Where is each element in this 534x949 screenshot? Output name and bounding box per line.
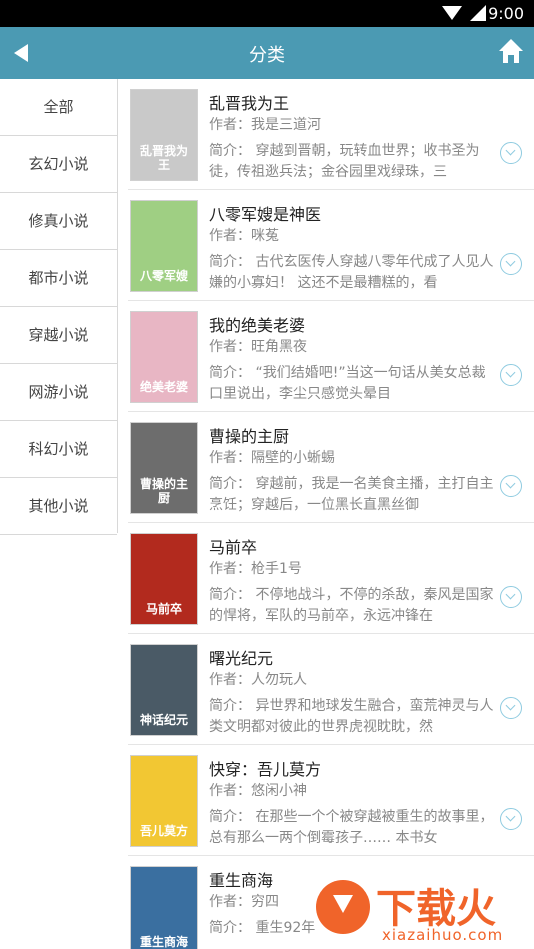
book-item[interactable]: 乱晋我为王 乱晋我为王 作者：我是三道河 简介： 穿越到晋朝，玩转血世界；收书圣… [128,79,534,190]
book-item[interactable]: 八零军嫂 八零军嫂是神医 作者：咪菟 简介： 古代玄医传人穿越八零年代成了人见人… [128,190,534,301]
expand-chevron-icon[interactable] [500,586,522,608]
category-kehuan[interactable]: 科幻小说 [0,421,117,478]
wifi-icon [442,6,462,20]
book-intro: 简介： “我们结婚吧!”当这一句话从美女总裁口里说出，李尘只感觉头晕目 [209,365,486,402]
book-author: 作者：枪手1号 [209,561,302,577]
cover-title: 绝美老婆 [139,380,188,394]
category-chuanyue[interactable]: 穿越小说 [0,307,117,364]
book-intro: 简介： 异世界和地球发生融合，蛮荒神灵与人类文明都对彼此的世界虎视眈眈，然 [209,698,494,735]
book-cover: 曹操的主厨 [130,422,198,514]
cover-title: 重生商海 [139,935,188,949]
book-author: 作者：人勿玩人 [209,672,307,688]
cover-title: 马前卒 [145,602,182,616]
app-bar: 分类 [0,27,534,79]
book-intro: 简介： 古代玄医传人穿越八零年代成了人见人嫌的小寡妇！ 这还不是最糟糕的，看 [209,254,494,291]
book-cover: 马前卒 [130,533,198,625]
expand-chevron-icon[interactable] [500,253,522,275]
cover-title: 乱晋我为王 [139,144,188,172]
category-sidebar: 全部 玄幻小说 修真小说 都市小说 穿越小说 网游小说 科幻小说 其他小说 [0,79,118,535]
book-item[interactable]: 曹操的主厨 曹操的主厨 作者：隔壁的小蜥蜴 简介： 穿越前，我是一名美食主播，主… [128,412,534,523]
book-title: 马前卒 [209,538,258,557]
book-item[interactable]: 吾儿莫方 快穿：吾儿莫方 作者：悠闲小神 简介： 在那些一个个被穿越被重生的故事… [128,745,534,856]
book-author: 作者：穷四 [209,894,279,910]
book-author: 作者：我是三道河 [209,117,321,133]
book-title: 八零军嫂是神医 [209,205,322,224]
book-title: 曙光纪元 [209,649,274,668]
book-list: 乱晋我为王 乱晋我为王 作者：我是三道河 简介： 穿越到晋朝，玩转血世界；收书圣… [118,79,534,949]
cover-title: 吾儿莫方 [139,824,188,838]
book-title: 重生商海 [209,871,274,890]
book-author: 作者：旺角黑夜 [209,339,307,355]
book-cover: 吾儿莫方 [130,755,198,847]
book-intro: 简介： 不停地战斗，不停的杀敌，秦风是国家的悍将，军队的马前卒，永远冲锋在 [209,587,494,624]
expand-chevron-icon[interactable] [500,697,522,719]
category-dushi[interactable]: 都市小说 [0,250,117,307]
book-item[interactable]: 神话纪元 曙光纪元 作者：人勿玩人 简介： 异世界和地球发生融合，蛮荒神灵与人类… [128,634,534,745]
book-intro: 简介： 在那些一个个被穿越被重生的故事里，总有那么一两个倒霉孩子…… 本书女 [209,809,494,846]
book-author: 作者：咪菟 [209,228,279,244]
page-title: 分类 [249,45,285,66]
book-title: 乱晋我为王 [209,94,290,113]
book-item[interactable]: 绝美老婆 我的绝美老婆 作者：旺角黑夜 简介： “我们结婚吧!”当这一句话从美女… [128,301,534,412]
book-intro: 简介： 穿越到晋朝，玩转血世界；收书圣为徒，传祖逖兵法；金谷园里戏绿珠，三 [209,143,480,180]
expand-chevron-icon[interactable] [500,808,522,830]
category-other[interactable]: 其他小说 [0,478,117,535]
expand-chevron-icon[interactable] [500,364,522,386]
book-cover: 八零军嫂 [130,200,198,292]
book-title: 快穿：吾儿莫方 [209,760,322,779]
cover-title: 神话纪元 [139,713,188,727]
book-cover: 绝美老婆 [130,311,198,403]
category-xuanhuan[interactable]: 玄幻小说 [0,136,117,193]
book-author: 作者：悠闲小神 [209,783,307,799]
watermark-logo: 下载火 xiazaihuo.com [316,876,530,946]
status-bar: 9:00 [0,0,534,27]
download-icon [316,880,370,934]
expand-chevron-icon[interactable] [500,142,522,164]
signal-icon [470,5,486,21]
home-icon[interactable] [498,39,524,65]
book-title: 曹操的主厨 [209,427,290,446]
book-cover: 神话纪元 [130,644,198,736]
book-title: 我的绝美老婆 [209,316,306,335]
category-wangyou[interactable]: 网游小说 [0,364,117,421]
book-author: 作者：隔壁的小蜥蜴 [209,450,335,466]
status-time: 9:00 [488,4,524,23]
book-cover: 重生商海 [130,866,198,949]
category-all[interactable]: 全部 [0,79,117,136]
category-xiuzhen[interactable]: 修真小说 [0,193,117,250]
cover-title: 八零军嫂 [139,269,188,283]
expand-chevron-icon[interactable] [500,475,522,497]
book-item[interactable]: 马前卒 马前卒 作者：枪手1号 简介： 不停地战斗，不停的杀敌，秦风是国家的悍将… [128,523,534,634]
book-intro: 简介： 穿越前，我是一名美食主播，主打自主烹饪；穿越后，一位黑长直黑丝御 [209,476,494,513]
cover-title: 曹操的主厨 [139,477,188,505]
book-cover: 乱晋我为王 [130,89,198,181]
watermark-domain: xiazaihuo.com [382,926,504,944]
